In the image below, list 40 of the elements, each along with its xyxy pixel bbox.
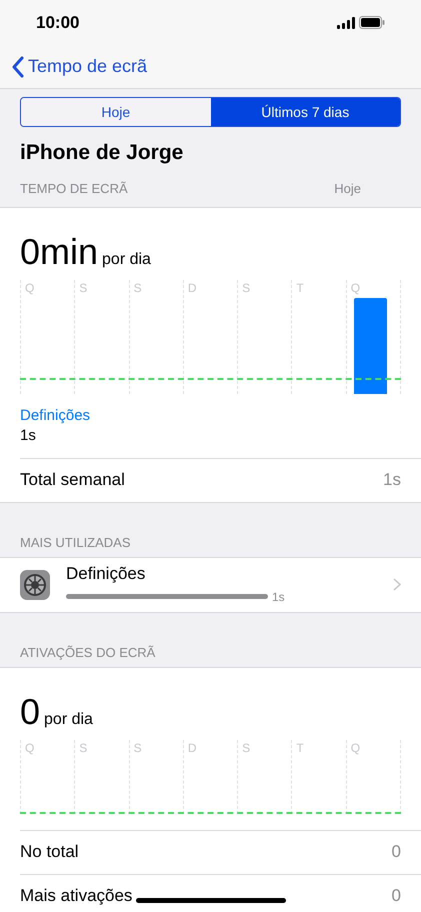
- section-header: TEMPO DE ECRÃ: [20, 180, 128, 198]
- back-chevron-icon: [12, 56, 24, 78]
- category-label: Definições: [20, 406, 92, 426]
- gear-icon: [20, 570, 50, 600]
- app-name: Definições: [66, 564, 146, 584]
- day-label: Q: [350, 740, 360, 756]
- back-button[interactable]: Tempo de ecrã: [0, 53, 148, 80]
- segment-tab[interactable]: Últimos 7 dias: [210, 98, 400, 126]
- average-unit: por dia: [44, 710, 93, 730]
- day-label: S: [242, 740, 250, 756]
- day-label: T: [296, 740, 304, 756]
- app-row[interactable]: Definições 1s: [0, 558, 421, 612]
- day-label: T: [296, 280, 304, 296]
- average-unit: por dia: [102, 250, 151, 270]
- day-label: Q: [350, 280, 360, 296]
- device-title: iPhone de Jorge: [19, 140, 184, 166]
- row-label: Total semanal: [20, 469, 125, 492]
- chevron-icon: [393, 578, 401, 591]
- category-value: 1s: [20, 426, 37, 446]
- usage-time: 1s: [272, 588, 285, 606]
- section-header-right: Hoje: [334, 180, 362, 198]
- day-label: S: [134, 740, 142, 756]
- day-label: D: [188, 740, 197, 756]
- row-value: 1s: [383, 469, 401, 492]
- average-value: 0: [20, 692, 40, 732]
- day-label: Q: [25, 280, 34, 296]
- status-time: 10:00: [36, 12, 80, 34]
- battery-icon: [359, 16, 385, 29]
- row-label: Mais ativações: [20, 885, 132, 908]
- average-value: 0min: [20, 232, 98, 272]
- row-value: 0: [392, 841, 401, 864]
- day-label: S: [134, 280, 142, 296]
- day-label: Q: [25, 740, 34, 756]
- day-label: S: [242, 280, 250, 296]
- signal-icon: [337, 16, 355, 28]
- day-label: D: [188, 280, 197, 296]
- day-label: S: [79, 280, 88, 296]
- row-label: No total: [20, 841, 79, 864]
- day-label: S: [79, 740, 88, 756]
- row-value: 0: [392, 885, 401, 908]
